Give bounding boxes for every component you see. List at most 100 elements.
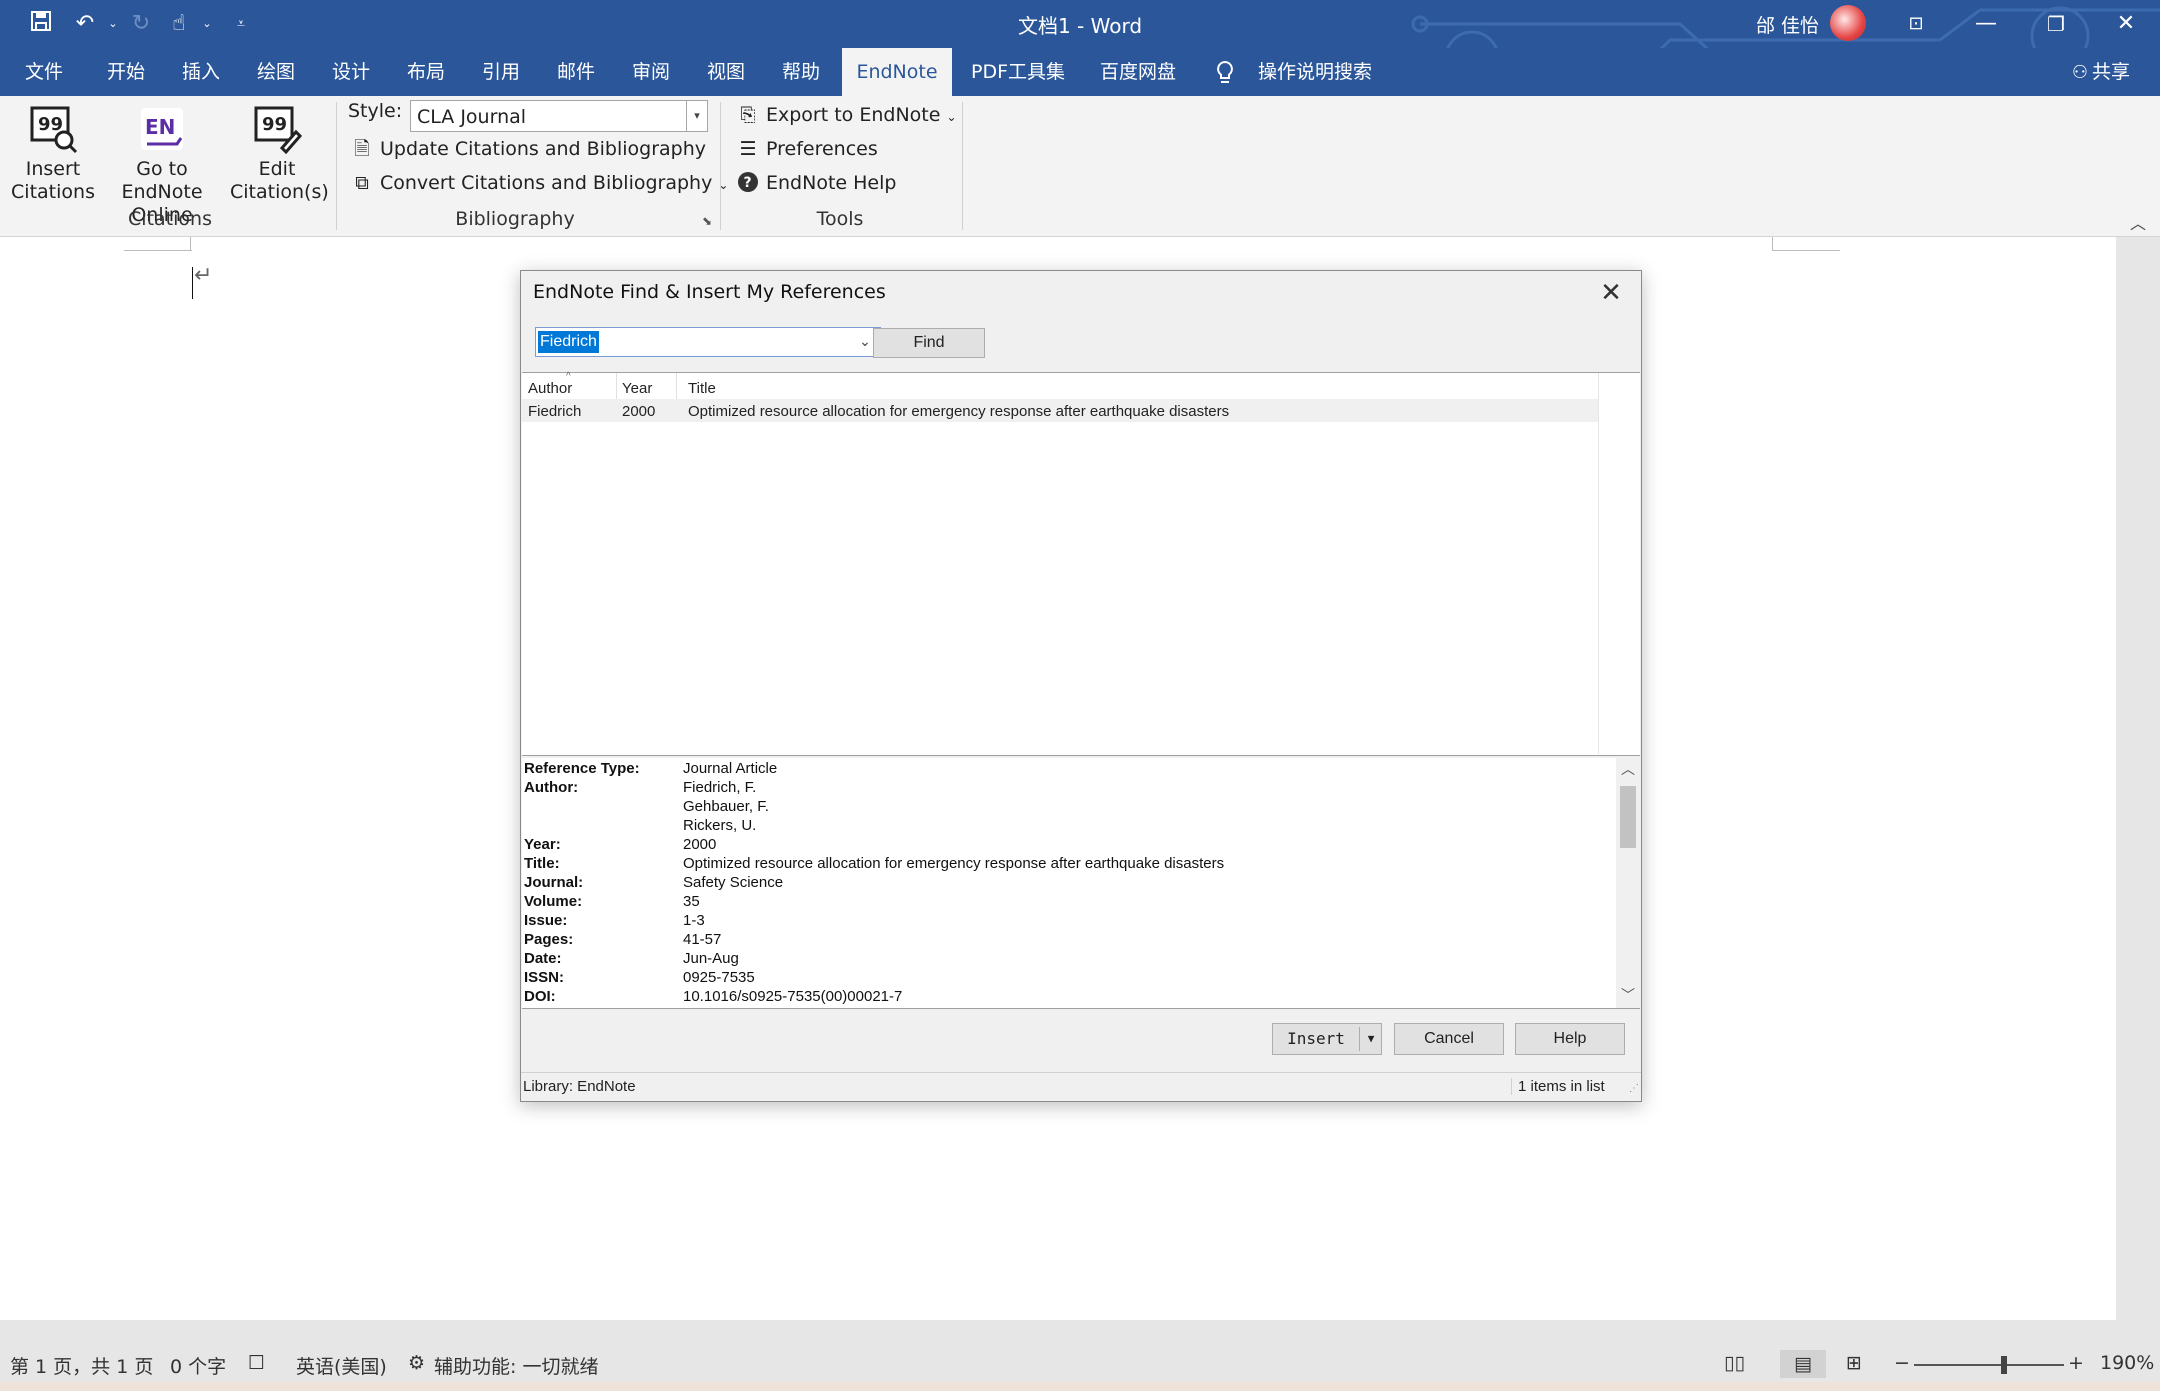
cancel-button[interactable]: Cancel [1394,1023,1504,1055]
insert-citations-label-1: Insert [25,158,81,180]
convert-citations-button[interactable]: ⧉ Convert Citations and Bibliography ⌄ [350,168,728,198]
dialog-status-bar: Library: EndNote 1 items in list ⋰ [521,1072,1641,1101]
tab-file[interactable]: 文件 [14,48,74,96]
library-name: Library: EndNote [523,1078,636,1095]
margin-mark [124,250,192,251]
chevron-down-icon[interactable]: ▾ [686,101,707,131]
taskbar-strip [0,1382,2160,1391]
scroll-thumb[interactable] [1620,786,1636,848]
close-window-button[interactable]: ✕ [2092,0,2160,48]
help-button[interactable]: Help [1515,1023,1625,1055]
tab-view[interactable]: 视图 [696,48,756,96]
export-to-endnote-button[interactable]: ⎘ Export to EndNote ⌄ [736,100,956,130]
paragraph-mark-icon: ↵ [194,263,213,288]
find-button[interactable]: Find [873,328,985,358]
minimize-button[interactable]: — [1952,0,2020,48]
export-icon: ⎘ [740,104,756,126]
restore-button[interactable]: ❐ [2022,0,2090,48]
tab-help[interactable]: 帮助 [771,48,831,96]
tab-endnote[interactable]: EndNote [842,48,952,96]
endnote-help-button[interactable]: ? EndNote Help [736,168,896,198]
preferences-icon: ☰ [739,138,757,160]
language[interactable]: 英语(美国) [296,1352,387,1379]
edit-citations-label-1: Edit [258,158,296,180]
update-citations-label: Update Citations and Bibliography [380,138,707,160]
zoom-slider-thumb[interactable] [2001,1356,2007,1374]
read-mode-icon[interactable]: ▯▯ [1724,1352,1745,1374]
close-icon[interactable]: ✕ [1591,275,1631,311]
insert-citations-icon: 99 [28,104,78,154]
column-header-title[interactable]: Title [688,379,716,399]
status-bar: 第 1 页，共 1 页 0 个字 ☐ 英语(美国) ⚙ 辅助功能: 一切就绪 ▯… [0,1348,2160,1382]
details-scrollbar[interactable]: ︿ ﹀ [1616,758,1640,1008]
resize-grip-icon[interactable]: ⋰ [1629,1083,1639,1094]
tab-design[interactable]: 设计 [321,48,381,96]
split-divider [1359,1027,1360,1051]
dialog-launcher-icon[interactable]: ⬊ [702,214,712,228]
zoom-level[interactable]: 190% [2100,1352,2154,1374]
convert-citations-label: Convert Citations and Bibliography [380,172,713,194]
preferences-button[interactable]: ☰ Preferences [736,134,878,164]
word-count[interactable]: 0 个字 [170,1352,226,1379]
row-title: Optimized resource allocation for emerge… [688,403,1230,420]
search-input-value[interactable]: Fiedrich [538,331,599,353]
style-label: Style: [348,100,403,122]
detail-label: Year: [524,836,561,853]
chevron-down-icon[interactable]: ⌄ [856,330,874,354]
tab-insert[interactable]: 插入 [171,48,231,96]
items-count: 1 items in list [1511,1078,1605,1095]
svg-text:?: ? [744,175,752,191]
tab-layout[interactable]: 布局 [396,48,456,96]
zoom-slider-track[interactable] [1914,1364,2064,1366]
chevron-down-icon[interactable]: ▼ [1361,1024,1381,1054]
insert-citations-button[interactable]: 99 Insert Citations [8,104,98,204]
bibliography-group-label: Bibliography [455,208,575,230]
accessibility-status[interactable]: 辅助功能: 一切就绪 [434,1352,598,1379]
document-scrollbar[interactable] [2116,237,2160,1320]
detail-value: Optimized resource allocation for emerge… [683,855,1225,872]
insert-button[interactable]: Insert ▼ [1272,1023,1382,1055]
scroll-up-icon[interactable]: ︿ [1616,758,1640,780]
detail-label: Issue: [524,912,568,929]
scroll-down-icon[interactable]: ﹀ [1616,984,1640,1006]
menu-bar: 文件 开始 插入 绘图 设计 布局 引用 邮件 审阅 视图 帮助 EndNote… [0,48,2160,96]
user-name[interactable]: 邰 佳怡 [1756,11,1819,38]
detail-value: Jun-Aug [683,950,739,967]
preferences-label: Preferences [766,138,878,160]
tab-review[interactable]: 审阅 [621,48,681,96]
endnote-logo-icon: EN [137,104,187,154]
insert-citations-label-2: Citations [11,181,95,203]
proofing-icon[interactable]: ☐ [248,1352,265,1374]
detail-label: Reference Type: [524,760,640,777]
zoom-out-icon[interactable]: − [1894,1352,1910,1374]
web-layout-icon[interactable]: ⊞ [1846,1352,1862,1374]
style-select[interactable]: CLA Journal ▾ [410,100,708,132]
column-divider[interactable] [616,373,617,399]
column-header-year[interactable]: Year [622,379,652,399]
tab-baidu-netdisk[interactable]: 百度网盘 [1092,48,1184,96]
citations-group-label: Citations [128,208,212,230]
print-layout-icon[interactable]: ▤ [1780,1350,1826,1378]
search-combobox[interactable]: Fiedrich ⌄ [535,327,881,357]
page-count[interactable]: 第 1 页，共 1 页 [10,1352,153,1379]
detail-label: Title: [524,855,560,872]
tab-references[interactable]: 引用 [471,48,531,96]
collapse-ribbon-icon[interactable]: ︿ [2130,210,2146,234]
tools-group-label: Tools [816,208,864,230]
reference-details: Reference Type: Journal Article Author: … [522,758,1640,1009]
column-header-author[interactable]: Author [528,379,572,399]
share-button[interactable]: ⚇ 共享 [2072,48,2130,96]
tab-home[interactable]: 开始 [96,48,156,96]
column-divider[interactable] [676,373,677,399]
ribbon-display-icon[interactable]: ⊡ [1882,0,1950,48]
tab-pdf-tools[interactable]: PDF工具集 [962,48,1074,96]
tab-mailings[interactable]: 邮件 [546,48,606,96]
zoom-in-icon[interactable]: + [2068,1352,2084,1374]
edit-citations-button[interactable]: 99 Edit Citation(s) [230,104,329,204]
tab-draw[interactable]: 绘图 [246,48,306,96]
update-citations-button[interactable]: 🗎 Update Citations and Bibliography [350,134,706,164]
results-list[interactable]: Author ^ Year Title Fiedrich 2000 Optimi… [522,371,1640,756]
avatar[interactable] [1830,5,1866,41]
table-row[interactable]: Fiedrich 2000 Optimized resource allocat… [522,400,1598,422]
tell-me-search[interactable]: 操作说明搜索 [1250,48,1380,96]
